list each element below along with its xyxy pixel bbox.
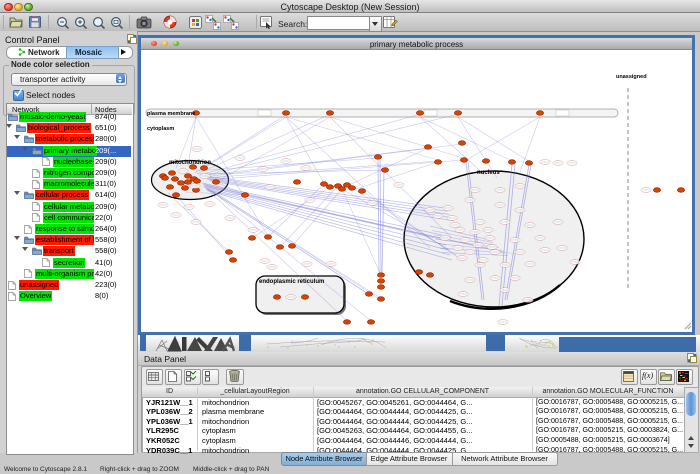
- svg-text:endoplasmic reticulum: endoplasmic reticulum: [259, 279, 324, 285]
- svg-text:unassigned: unassigned: [616, 74, 647, 80]
- svg-text:nucleus: nucleus: [477, 170, 500, 176]
- svg-text:mitochondrion: mitochondrion: [169, 160, 211, 166]
- svg-text:plasma membrane: plasma membrane: [147, 111, 195, 117]
- svg-text:cytoplasm: cytoplasm: [147, 126, 174, 132]
